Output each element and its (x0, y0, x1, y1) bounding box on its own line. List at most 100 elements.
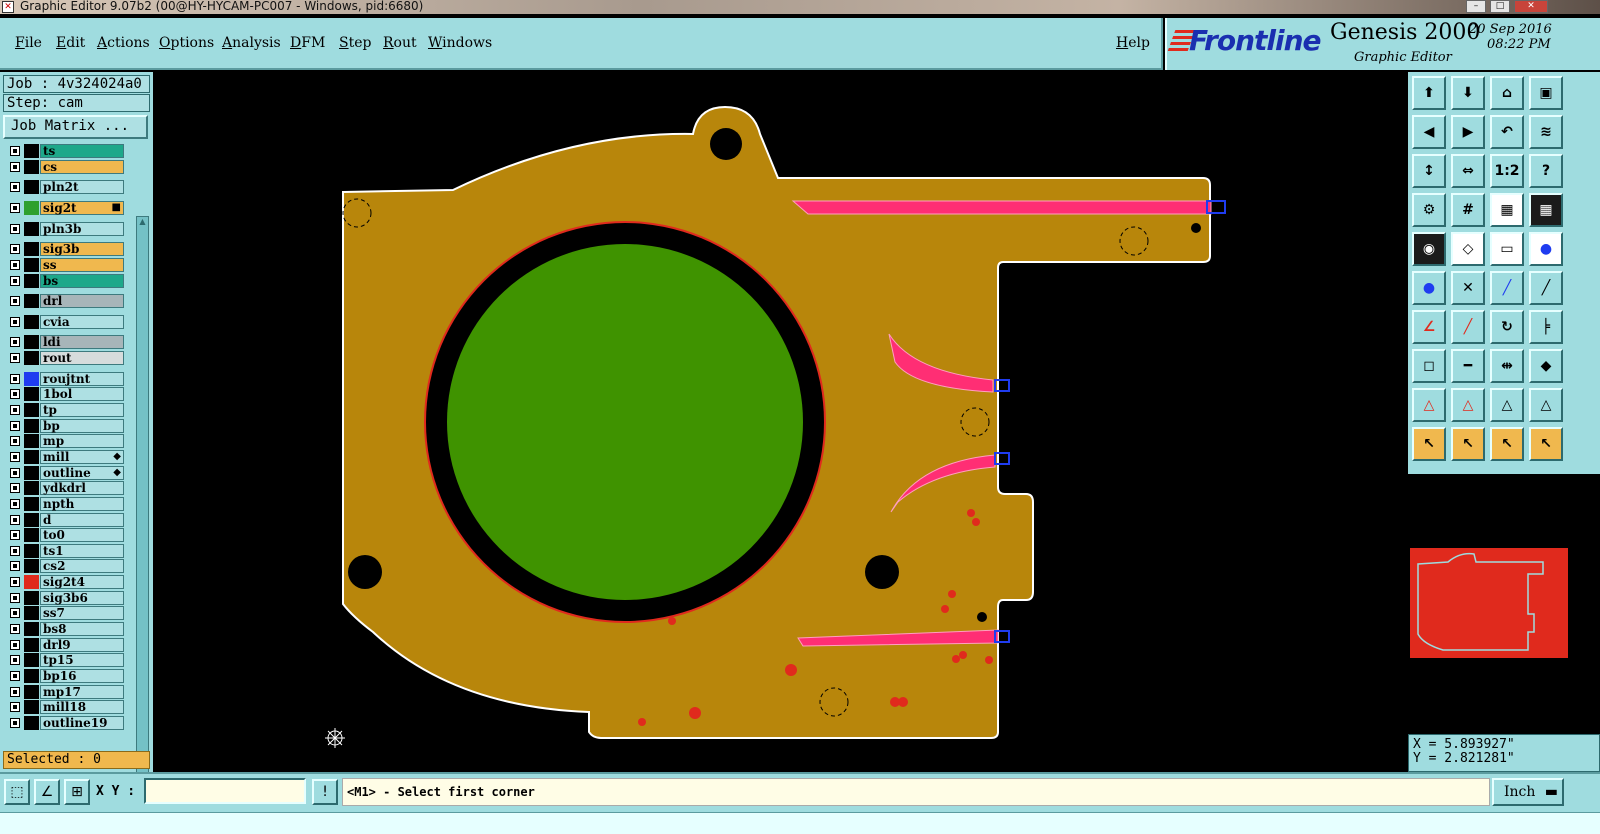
overview-window[interactable] (1408, 472, 1600, 734)
layer-label[interactable]: cs (40, 160, 124, 174)
layer-row[interactable]: bs8 (3, 622, 125, 636)
layer-color-swatch[interactable] (24, 559, 39, 573)
layer-label[interactable]: bs8 (40, 622, 124, 636)
layer-checkbox[interactable] (10, 317, 20, 327)
menu-file[interactable]: File (15, 35, 42, 51)
pointer-a-icon[interactable]: ↖ (1412, 427, 1446, 461)
scale-1-2-icon[interactable]: 1:2 (1490, 154, 1524, 188)
layer-label[interactable]: roujtnt (40, 372, 124, 386)
layer-row[interactable]: bp16 (3, 669, 125, 683)
layer-color-swatch[interactable] (24, 606, 39, 620)
snap-grid-icon[interactable]: ⊞ (64, 779, 90, 805)
layer-color-swatch[interactable] (24, 160, 39, 174)
scroll-up-icon[interactable]: ▲ (137, 217, 148, 230)
layer-checkbox[interactable] (10, 624, 20, 634)
layer-label[interactable]: mp17 (40, 685, 124, 699)
layer-row[interactable]: pln3b (3, 222, 125, 236)
layer-color-swatch[interactable] (24, 387, 39, 401)
camera-icon[interactable]: ◉ (1412, 232, 1446, 266)
layer-label[interactable]: drl (40, 294, 124, 308)
layer-color-swatch[interactable] (24, 622, 39, 636)
layer-row[interactable]: sig2t ■ (3, 201, 125, 215)
layer-row[interactable]: pln2t (3, 180, 125, 194)
undo-zoom-icon[interactable]: ↶ (1490, 115, 1524, 149)
layer-checkbox[interactable] (10, 162, 20, 172)
layer-color-swatch[interactable] (24, 653, 39, 667)
layer-label[interactable]: ts (40, 144, 124, 158)
layer-checkbox[interactable] (10, 203, 20, 213)
layer-row[interactable]: cvia (3, 315, 125, 329)
tri-d-icon[interactable]: △ (1529, 388, 1563, 422)
layer-label[interactable]: outline19 (40, 716, 124, 730)
layer-row[interactable]: mill ◆ (3, 450, 125, 464)
layer-label[interactable]: 1bol (40, 387, 124, 401)
layer-label[interactable]: npth (40, 497, 124, 511)
layer-row[interactable]: ss (3, 258, 125, 272)
layer-checkbox[interactable] (10, 276, 20, 286)
layer-checkbox[interactable] (10, 260, 20, 270)
layer-label[interactable]: ss7 (40, 606, 124, 620)
layer-label[interactable]: rout (40, 351, 124, 365)
layer-checkbox[interactable] (10, 499, 20, 509)
layer-color-swatch[interactable] (24, 372, 39, 386)
layer-row[interactable]: bs (3, 274, 125, 288)
layer-color-swatch[interactable] (24, 335, 39, 349)
layer-label[interactable]: tp15 (40, 653, 124, 667)
layer-checkbox[interactable] (10, 389, 20, 399)
pointer-d-icon[interactable]: ↖ (1529, 427, 1563, 461)
move-down-icon[interactable]: ⬇ (1451, 76, 1485, 110)
layer-checkbox[interactable] (10, 468, 20, 478)
layer-checkbox[interactable] (10, 405, 20, 415)
zoom-area-icon[interactable]: ⬚ (4, 779, 30, 805)
layer-label[interactable]: pln3b (40, 222, 124, 236)
layer-color-swatch[interactable] (24, 274, 39, 288)
layer-row[interactable]: ss7 (3, 606, 125, 620)
layer-row[interactable]: sig3b6 (3, 591, 125, 605)
layer-row[interactable]: tp15 (3, 653, 125, 667)
layer-checkbox[interactable] (10, 436, 20, 446)
menu-windows[interactable]: Windows (428, 35, 492, 51)
line-icon[interactable]: ━ (1451, 349, 1485, 383)
layer-color-swatch[interactable] (24, 575, 39, 589)
minimize-button[interactable]: – (1466, 0, 1486, 13)
layer-color-swatch[interactable] (24, 351, 39, 365)
layer-label[interactable]: sig2t ■ (40, 201, 124, 215)
layer-row[interactable]: bp (3, 419, 125, 433)
job-matrix-button[interactable]: Job Matrix ... (3, 115, 148, 139)
layer-color-swatch[interactable] (24, 450, 39, 464)
layer-checkbox[interactable] (10, 671, 20, 681)
layer-label[interactable]: tp (40, 403, 124, 417)
layer-row[interactable]: mill18 (3, 700, 125, 714)
fit-screen-icon[interactable]: ⇔ (1451, 154, 1485, 188)
layer-row[interactable]: drl9 (3, 638, 125, 652)
layer-label[interactable]: ss (40, 258, 124, 272)
maximize-button[interactable]: □ (1490, 0, 1510, 13)
layer-label[interactable]: bs (40, 274, 124, 288)
layer-label[interactable]: bp16 (40, 669, 124, 683)
layer-label[interactable]: mill18 (40, 700, 124, 714)
dimension-icon[interactable]: ⇹ (1490, 349, 1524, 383)
layer-row[interactable]: mp (3, 434, 125, 448)
layer-color-swatch[interactable] (24, 528, 39, 542)
layer-label[interactable]: bp (40, 419, 124, 433)
layer-checkbox[interactable] (10, 655, 20, 665)
menu-dfm[interactable]: DFM (290, 35, 325, 51)
layer-checkbox[interactable] (10, 640, 20, 650)
redraw-icon[interactable]: ≋ (1529, 115, 1563, 149)
layer-row[interactable]: outline ◆ (3, 466, 125, 480)
layer-row[interactable]: roujtnt (3, 372, 125, 386)
layer-checkbox[interactable] (10, 561, 20, 571)
copy-icon[interactable]: ◻ (1412, 349, 1446, 383)
layer-checkbox[interactable] (10, 374, 20, 384)
layer-label[interactable]: sig3b6 (40, 591, 124, 605)
layer-label[interactable]: ldi (40, 335, 124, 349)
layer-checkbox[interactable] (10, 718, 20, 728)
layer-row[interactable]: outline19 (3, 716, 125, 730)
layer-color-swatch[interactable] (24, 294, 39, 308)
layer-row[interactable]: rout (3, 351, 125, 365)
exclamation-icon[interactable]: ! (312, 779, 338, 805)
layer-row[interactable]: ts1 (3, 544, 125, 558)
layer-color-swatch[interactable] (24, 315, 39, 329)
layer-checkbox[interactable] (10, 146, 20, 156)
layer-row[interactable]: drl (3, 294, 125, 308)
